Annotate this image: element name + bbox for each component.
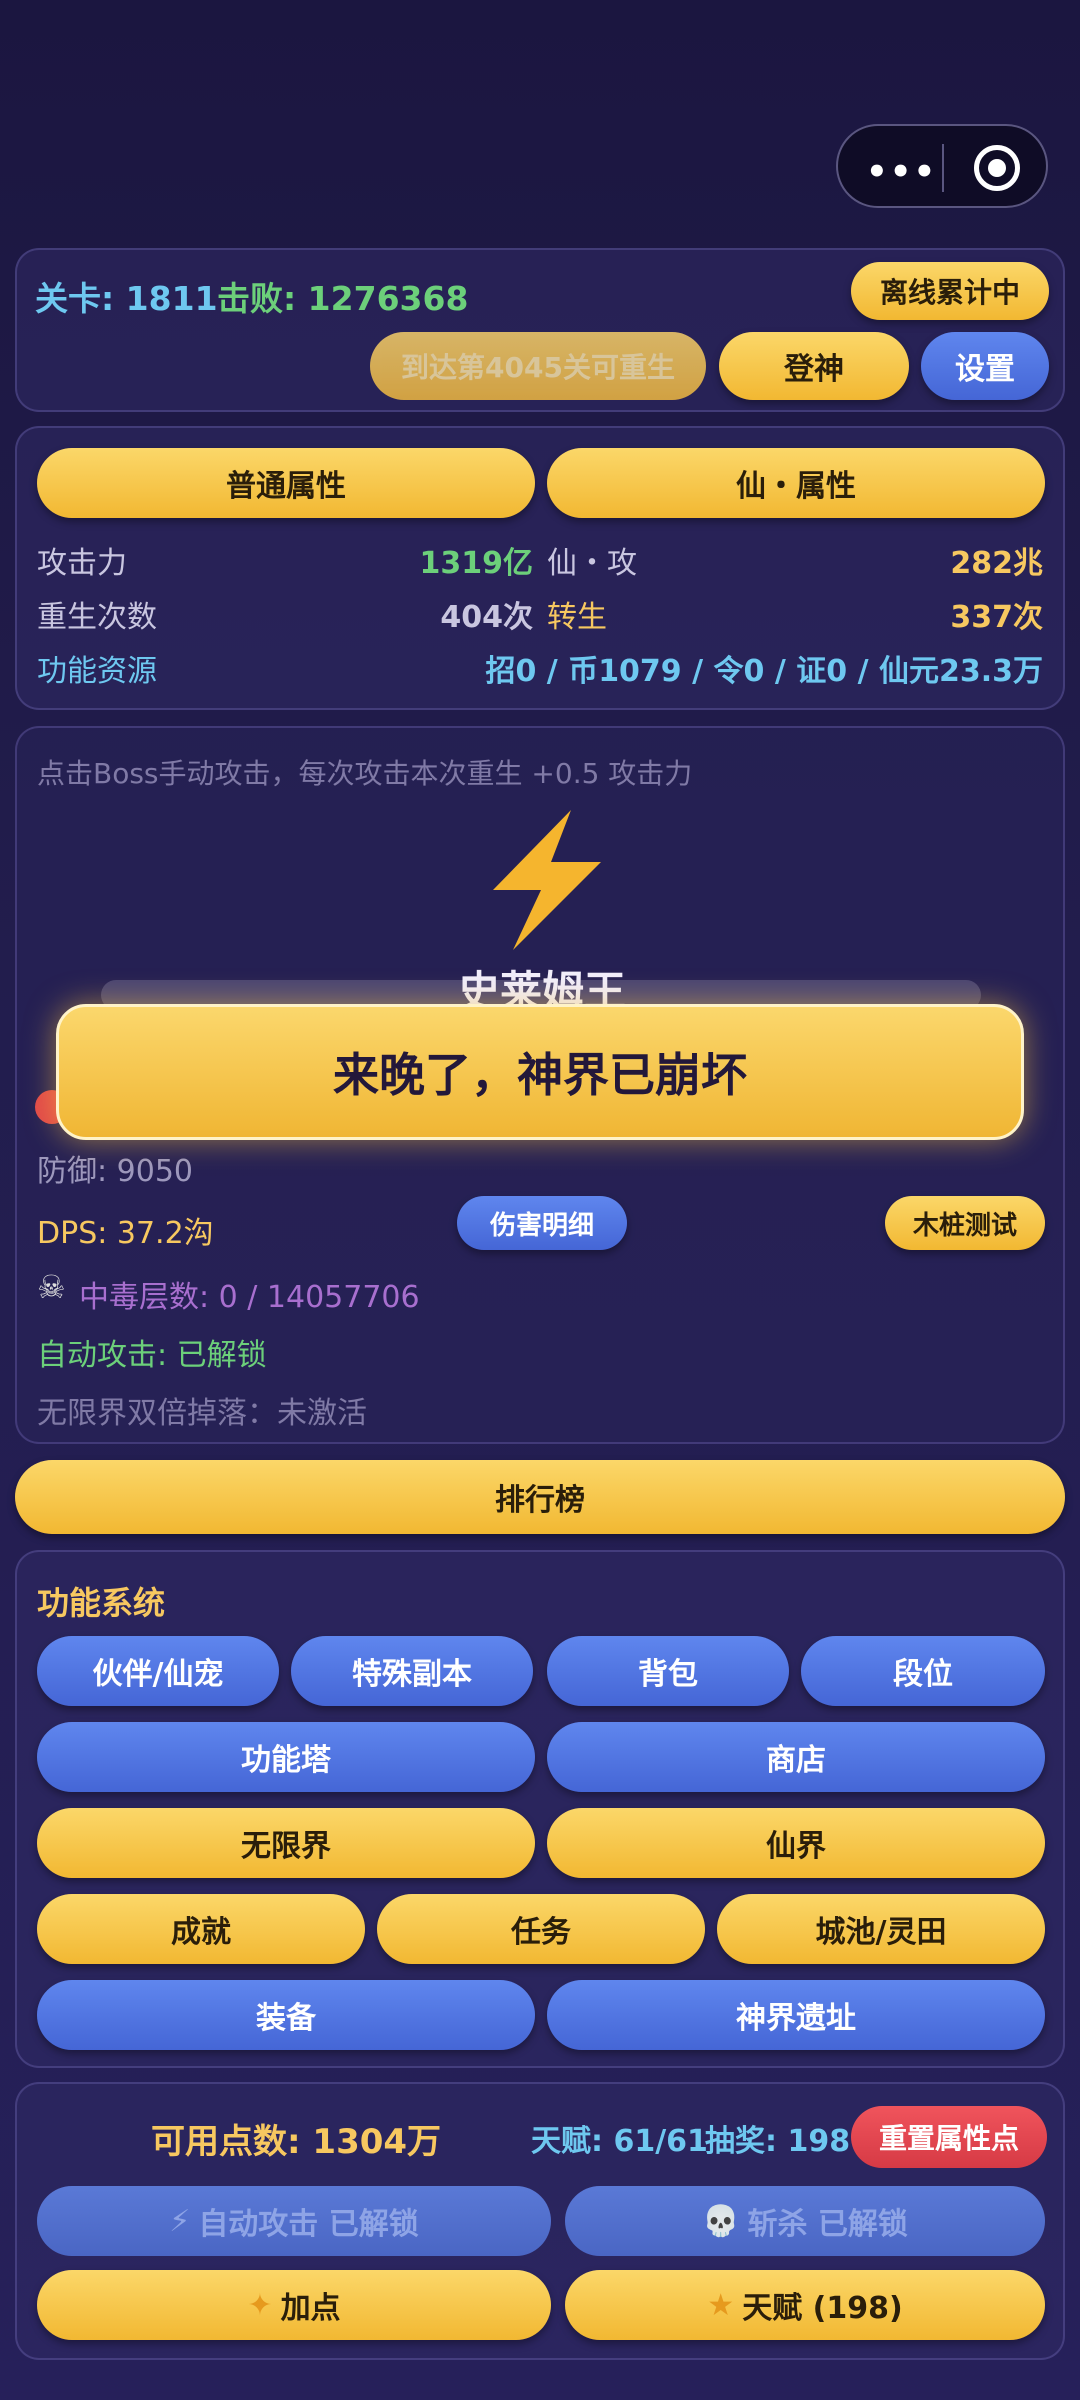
damage-detail-button[interactable]: 伤害明细 [457, 1196, 627, 1250]
skull-crossbones-icon: ☠ [37, 1268, 66, 1306]
resources-value: 招0 / 币1079 / 令0 / 证0 / 仙元23.3万 [485, 654, 1043, 689]
tab-normal-attributes[interactable]: 普通属性 [37, 448, 535, 518]
special-dungeon-button[interactable]: 特殊副本 [291, 1636, 533, 1706]
leaderboard-button[interactable]: 排行榜 [15, 1460, 1065, 1534]
talent-button-label: 天赋 (198) [742, 2291, 903, 2326]
talent-progress: 天赋: 61/61 [531, 2124, 708, 2159]
lightning-icon[interactable] [483, 810, 607, 950]
stage-label: 关卡: 1811 [35, 279, 218, 318]
attack-label: 攻击力 [37, 546, 127, 581]
double-drop-status: 无限界双倍掉落：未激活 [37, 1396, 367, 1431]
attack-value: 1319亿 [419, 546, 534, 581]
offline-accumulating-button[interactable]: 离线累计中 [851, 262, 1049, 320]
header-panel: 关卡: 1811 击败: 1276368 离线累计中 到达第4045关可重生 登… [15, 248, 1065, 412]
auto-attack-button-label: 自动攻击 已解锁 [198, 2207, 419, 2242]
reincarnation-value: 337次 [950, 600, 1043, 635]
immortal-attack-value: 282兆 [950, 546, 1043, 581]
execute-button[interactable]: 💀 斩杀 已解锁 [565, 2186, 1045, 2256]
auto-attack-status: 自动攻击: 已解锁 [37, 1338, 267, 1373]
tab-immortal-attributes[interactable]: 仙・属性 [547, 448, 1045, 518]
achievements-button[interactable]: 成就 [37, 1894, 365, 1964]
talent-button[interactable]: ★ 天赋 (198) [565, 2270, 1045, 2340]
add-points-button-label: 加点 [280, 2291, 341, 2326]
more-options-icon[interactable]: ••• [866, 152, 937, 192]
skull-icon: 💀 [702, 2203, 740, 2239]
features-title: 功能系统 [37, 1584, 166, 1622]
resources-label: 功能资源 [37, 654, 157, 689]
execute-button-label: 斩杀 已解锁 [747, 2207, 908, 2242]
rebirth-count-value: 404次 [440, 600, 533, 635]
ascend-button[interactable]: 登神 [719, 332, 909, 400]
lottery-count: 抽奖: 198 [705, 2124, 851, 2159]
rebirth-hint-button[interactable]: 到达第4045关可重生 [370, 332, 706, 400]
defeated-count: 击败: 1276368 [217, 279, 469, 318]
equipment-button[interactable]: 装备 [37, 1980, 535, 2050]
feature-tower-button[interactable]: 功能塔 [37, 1722, 535, 1792]
close-target-icon[interactable] [974, 145, 1020, 191]
reset-points-button[interactable]: 重置属性点 [851, 2106, 1047, 2168]
immortal-attack-label: 仙・攻 [547, 546, 637, 581]
rebirth-count-label: 重生次数 [37, 600, 157, 635]
partner-pet-button[interactable]: 伙伴/仙宠 [37, 1636, 279, 1706]
poison-stacks: 中毒层数: 0 / 14057706 [79, 1280, 420, 1315]
immortal-realm-button[interactable]: 仙界 [547, 1808, 1045, 1878]
manual-attack-hint: 点击Boss手动攻击，每次攻击本次重生 +0.5 攻击力 [37, 757, 693, 790]
dps-value: DPS: 37.2沟 [37, 1216, 214, 1251]
capsule-divider [942, 144, 944, 192]
available-points: 可用点数: 1304万 [151, 2122, 442, 2162]
lightning-icon: ⚡ [169, 2203, 191, 2239]
city-field-button[interactable]: 城池/灵田 [717, 1894, 1045, 1964]
shop-button[interactable]: 商店 [547, 1722, 1045, 1792]
settings-button[interactable]: 设置 [921, 332, 1049, 400]
add-points-button[interactable]: ✦ 加点 [37, 2270, 551, 2340]
infinite-realm-button[interactable]: 无限界 [37, 1808, 535, 1878]
divine-ruins-button[interactable]: 神界遗址 [547, 1980, 1045, 2050]
points-panel: 可用点数: 1304万 天赋: 61/61 抽奖: 198 重置属性点 ⚡ 自动… [15, 2082, 1065, 2360]
sparkle-icon: ✦ [247, 2287, 273, 2323]
attributes-panel: 普通属性 仙・属性 攻击力 1319亿 仙・攻 282兆 重生次数 404次 转… [15, 426, 1065, 710]
star-icon: ★ [707, 2287, 735, 2323]
reincarnation-label: 转生 [547, 600, 607, 635]
features-panel: 功能系统 伙伴/仙宠 特殊副本 背包 段位 功能塔 商店 无限界 仙界 成就 任… [15, 1550, 1065, 2068]
auto-attack-button[interactable]: ⚡ 自动攻击 已解锁 [37, 2186, 551, 2256]
rank-button[interactable]: 段位 [801, 1636, 1045, 1706]
quests-button[interactable]: 任务 [377, 1894, 705, 1964]
dummy-test-button[interactable]: 木桩测试 [885, 1196, 1045, 1250]
boss-defense: 防御: 9050 [37, 1154, 193, 1189]
mini-program-capsule: ••• [836, 124, 1048, 208]
backpack-button[interactable]: 背包 [547, 1636, 789, 1706]
realm-collapsed-banner: 来晚了，神界已崩坏 [56, 1004, 1024, 1140]
